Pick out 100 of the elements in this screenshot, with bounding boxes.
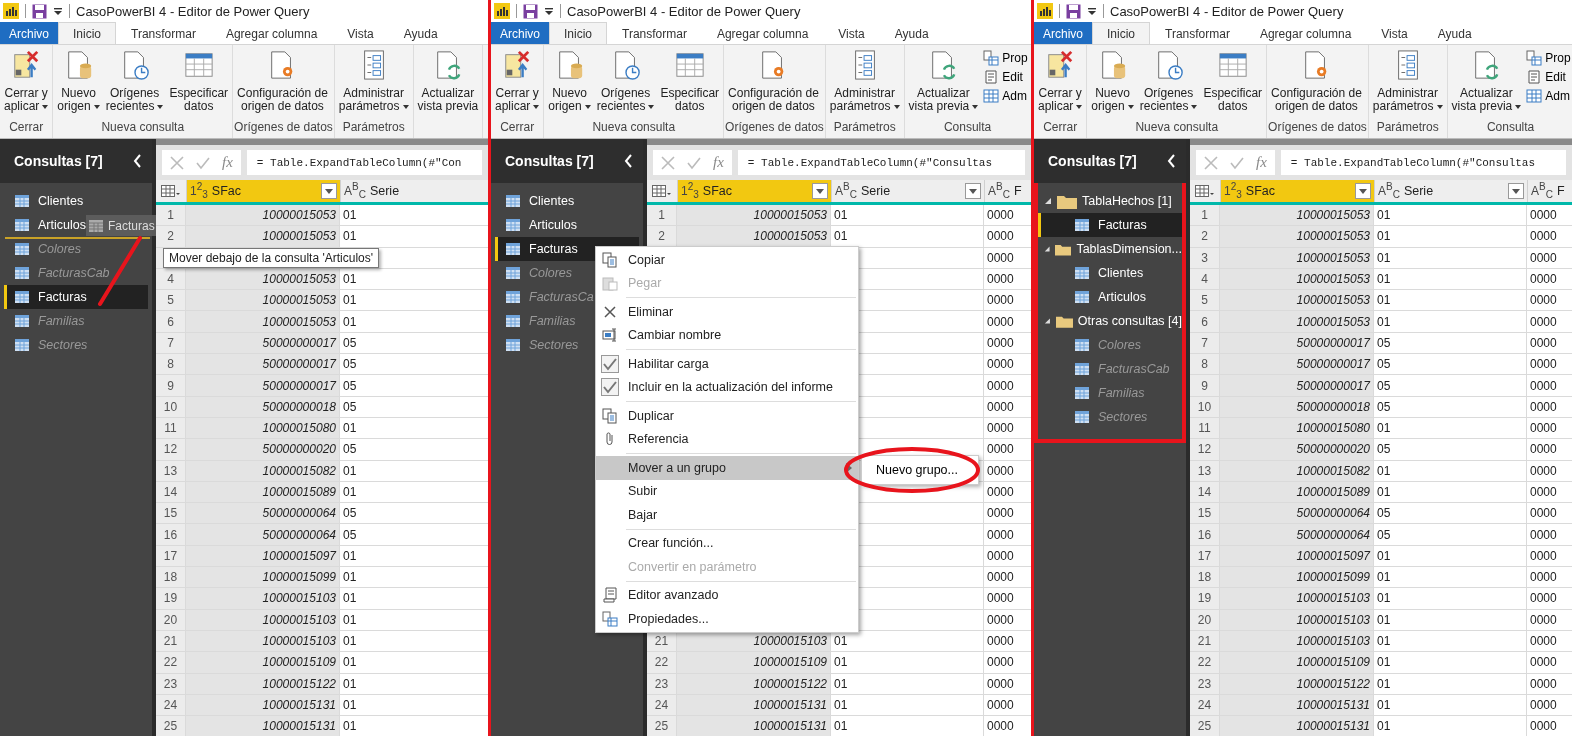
query-group[interactable]: Otras consultas [4] <box>1038 309 1182 333</box>
menu-item[interactable]: Crear función... <box>596 531 858 555</box>
query-item[interactable]: Articulos <box>495 213 639 237</box>
file-tab[interactable]: Archivo <box>1034 22 1092 44</box>
ribbon-button[interactable]: Actualizar vista previa <box>1448 48 1525 120</box>
ribbon-button[interactable]: Configuración de origen de datos <box>1268 48 1365 120</box>
row-number: 25 <box>1190 716 1220 736</box>
ribbon-small-button[interactable]: Prop <box>981 50 1030 66</box>
fx-label[interactable]: fx <box>222 154 233 171</box>
row-number: 3 <box>1190 247 1220 269</box>
table-cell: 10000015053 <box>1220 311 1374 333</box>
ribbon-button[interactable]: Administrar parámetros <box>1369 48 1446 120</box>
ribbon-small-button[interactable]: Prop <box>1524 50 1572 66</box>
menu-item[interactable]: Editor avanzado <box>596 583 858 607</box>
ribbon-button[interactable]: Cerrar y aplicar <box>1035 48 1086 120</box>
ribbon-tab[interactable]: Inicio <box>58 22 117 44</box>
ribbon-button[interactable]: Orígenes recientes <box>593 48 658 120</box>
table-cell: 50000000064 <box>186 524 340 546</box>
submenu-item[interactable]: Nuevo grupo... <box>861 455 979 485</box>
column-header[interactable]: A$^{B}$$_{C}$ Serie <box>1375 180 1528 202</box>
ribbon-button[interactable]: Orígenes recientes <box>102 48 167 120</box>
menu-item[interactable]: Duplicar <box>596 404 858 428</box>
query-item[interactable]: Clientes <box>495 189 639 213</box>
table-cell: 10000015103 <box>186 630 340 653</box>
ribbon-button[interactable]: Cerrar y aplicar <box>1 48 52 120</box>
ribbon-button[interactable]: Configuración de origen de datos <box>234 48 331 120</box>
menu-item[interactable]: Bajar <box>596 503 858 527</box>
menu-item[interactable]: Incluir en la actualización del informe <box>596 375 858 399</box>
table-cell: 01 <box>1374 290 1527 312</box>
fx-label[interactable]: fx <box>1256 154 1267 171</box>
table-cell: 50000000020 <box>186 439 340 461</box>
query-group[interactable]: TablaHechos [1] <box>1038 189 1182 213</box>
row-number: 7 <box>1190 332 1220 355</box>
query-group[interactable]: TablasDimension... <box>1038 237 1182 261</box>
ribbon-button[interactable]: Nuevo origen <box>54 48 103 120</box>
column-header[interactable]: A$^{B}$$_{C}$ F <box>1528 180 1572 202</box>
table-cell: 10000015097 <box>186 545 340 568</box>
menu-item[interactable]: Habilitar carga <box>596 352 858 376</box>
ribbon-button[interactable]: Especificar datos <box>1200 48 1266 120</box>
table-cell: 10000015131 <box>1220 694 1374 717</box>
row-number: 21 <box>156 630 186 653</box>
table-cell: 01 <box>1374 545 1527 568</box>
ribbon-small-button[interactable]: Edit <box>1524 69 1572 85</box>
ribbon-button[interactable]: Administrar parámetros <box>335 48 412 120</box>
query-item[interactable]: Facturas <box>1038 213 1182 237</box>
column-header[interactable]: 1$^{2}$$_{3}$ SFac <box>187 180 341 202</box>
ribbon-button[interactable]: Actualizar vista previa <box>414 48 482 138</box>
row-number: 20 <box>156 609 186 631</box>
formula-field[interactable]: = Table.ExpandTableColumn(#"Consultas <box>737 150 1025 175</box>
ribbon-button[interactable]: Orígenes recientes <box>1136 48 1201 120</box>
ribbon-button[interactable]: Nuevo origen <box>1088 48 1137 120</box>
row-number: 25 <box>647 716 677 736</box>
table-cell: 0000 <box>1527 396 1572 418</box>
query-item[interactable]: Clientes <box>4 189 148 213</box>
row-number: 1 <box>156 205 186 227</box>
menu-item[interactable]: Subir <box>596 479 858 503</box>
table-cell: 50000000020 <box>1220 439 1374 461</box>
formula-field[interactable]: = Table.ExpandTableColumn(#"Consultas <box>1280 150 1566 175</box>
ribbon-button[interactable]: Actualizar vista previa <box>905 48 982 120</box>
drag-label: Facturas <box>108 218 155 233</box>
formula-field[interactable]: = Table.ExpandTableColumn(#"Con <box>246 150 482 175</box>
query-item[interactable]: Facturas <box>4 285 148 309</box>
file-tab[interactable]: Archivo <box>0 22 58 44</box>
menu-item[interactable]: Referencia <box>596 427 858 451</box>
column-header[interactable]: 1$^{2}$$_{3}$ SFac <box>678 180 832 202</box>
ribbon-tab[interactable]: Inicio <box>549 22 608 44</box>
group-label: Nueva consulta <box>1134 120 1220 136</box>
menu-item[interactable]: Propiedades... <box>596 607 858 631</box>
query-item[interactable]: Sectores <box>4 333 148 357</box>
ribbon-button[interactable]: Administrar parámetros <box>826 48 903 120</box>
ribbon-small-button[interactable]: Edit <box>981 69 1030 85</box>
ribbon-button[interactable]: Nuevo origen <box>545 48 594 120</box>
table-cell: 0000 <box>1527 268 1572 291</box>
table-cell: 50000000018 <box>1220 396 1374 418</box>
table-cell: 05 <box>1374 439 1527 461</box>
table-cell: 10000015053 <box>186 205 340 227</box>
table-cell: 0000 <box>1527 247 1572 269</box>
table-cell: 05 <box>1374 354 1527 376</box>
file-tab[interactable]: Archivo <box>491 22 549 44</box>
ribbon-button[interactable]: Especificar datos <box>166 48 232 120</box>
ribbon-button[interactable]: Configuración de origen de datos <box>725 48 822 120</box>
ribbon-button[interactable]: Cerrar y aplicar <box>492 48 543 120</box>
query-item[interactable]: Sectores <box>1038 405 1182 429</box>
ribbon-small-button[interactable]: Adm <box>981 88 1030 104</box>
table-cell: 0000 <box>1527 481 1572 504</box>
menu-item[interactable]: Eliminar <box>596 300 858 324</box>
table-cell: 0000 <box>1527 290 1572 312</box>
ribbon-small-button[interactable]: Adm <box>1524 88 1572 104</box>
column-header[interactable]: 1$^{2}$$_{3}$ SFac <box>1221 180 1375 202</box>
menu-item[interactable]: Cambiar nombre <box>596 323 858 347</box>
query-item[interactable]: Articulos <box>1038 285 1182 309</box>
table-cell: 01 <box>831 716 984 736</box>
row-number: 10 <box>1190 396 1220 418</box>
table-cell: 05 <box>1374 332 1527 355</box>
table-cell: 01 <box>1374 652 1527 674</box>
fx-label[interactable]: fx <box>713 154 724 171</box>
column-header[interactable]: A$^{B}$$_{C}$ Serie <box>832 180 985 202</box>
ribbon-tab[interactable]: Inicio <box>1092 22 1151 44</box>
query-item[interactable]: Clientes <box>1038 261 1182 285</box>
ribbon-button[interactable]: Especificar datos <box>657 48 723 120</box>
